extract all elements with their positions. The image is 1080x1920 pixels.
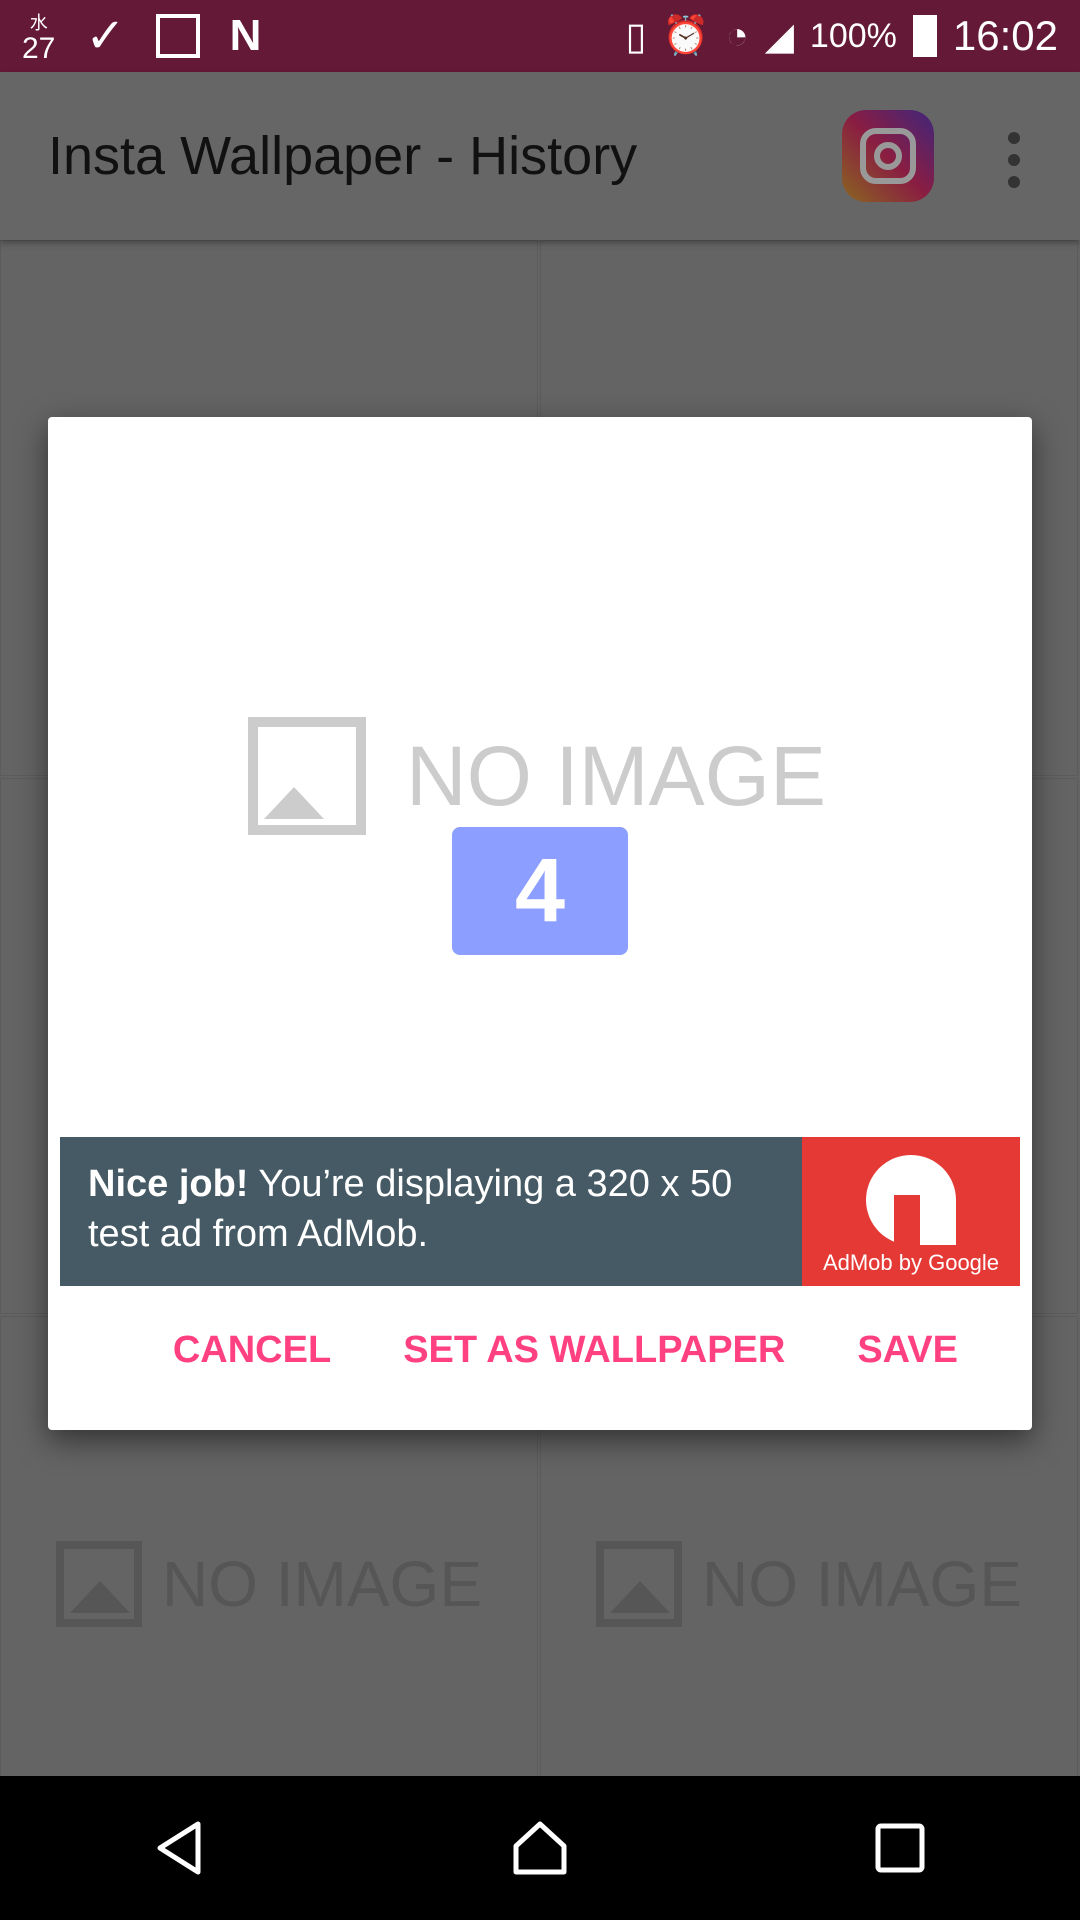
image-placeholder-icon [595,1541,682,1627]
index-badge: 4 [452,827,628,955]
more-options-icon[interactable] [1004,132,1024,198]
no-image-label: NO IMAGE [161,1548,483,1620]
ad-banner[interactable]: Nice job! You’re displaying a 320 x 50 t… [60,1137,1020,1286]
admob-icon [866,1155,956,1245]
date: 27 [22,32,56,65]
page-title: Insta Wallpaper - History [48,126,638,186]
image-preview: NO IMAGE 4 [48,417,1032,1137]
admob-logo: AdMob by Google [802,1137,1020,1286]
clock: 16:02 [952,12,1058,59]
wifi-icon: ◔ [725,14,749,57]
n-icon: N [229,11,262,60]
set-as-wallpaper-button[interactable]: SET AS WALLPAPER [367,1317,821,1384]
no-image-label: NO IMAGE [701,1548,1023,1620]
recents-icon[interactable] [870,1818,930,1878]
instagram-icon[interactable] [842,110,934,202]
vibrate-icon: ▯ [625,15,647,58]
alarm-icon: ⏰ [662,15,710,57]
back-icon[interactable] [150,1818,210,1878]
check-icon: ✓ [85,10,126,63]
image-placeholder-icon [248,717,366,835]
save-button[interactable]: SAVE [821,1317,994,1384]
no-image-label: NO IMAGE [406,728,827,823]
calendar-icon: 水 27 [22,10,56,65]
navigation-bar [0,1776,1080,1920]
signal-icon: ◢ [764,15,794,58]
home-icon[interactable] [510,1818,570,1878]
cancel-button[interactable]: CANCEL [137,1317,367,1384]
status-bar: 水 27 ✓ N ▯ ⏰ ◔ ◢ 100% 16:02 [0,0,1080,72]
battery-charging-icon [912,15,937,57]
admob-brand: AdMob by Google [822,1250,1000,1275]
wallpaper-dialog: NO IMAGE 4 Nice job! You’re displaying a… [48,417,1032,1430]
image-placeholder-icon [55,1541,142,1627]
battery-percent: 100% [809,16,897,55]
ad-bold-text: Nice job! [88,1163,249,1205]
screenshot-icon [155,14,200,58]
